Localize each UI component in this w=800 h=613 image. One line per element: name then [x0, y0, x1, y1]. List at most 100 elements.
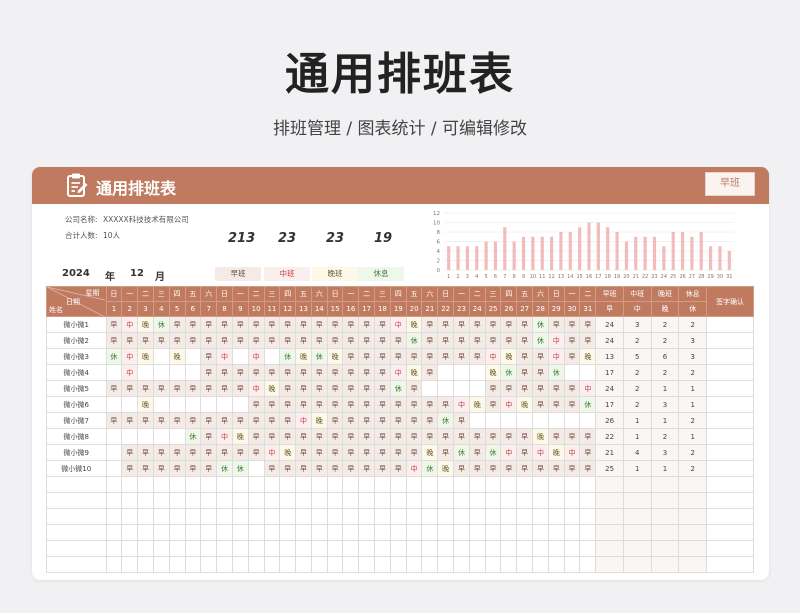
- empty-cell[interactable]: [168, 492, 186, 509]
- empty-cell[interactable]: [279, 508, 297, 525]
- empty-cell[interactable]: [263, 508, 281, 525]
- shift-cell[interactable]: 早: [453, 316, 470, 333]
- shift-cell[interactable]: 早: [484, 380, 502, 397]
- shift-cell[interactable]: 早: [184, 460, 202, 477]
- shift-cell[interactable]: [263, 348, 281, 365]
- empty-cell[interactable]: [137, 540, 154, 557]
- empty-cell[interactable]: [216, 540, 233, 557]
- empty-cell[interactable]: [184, 476, 202, 493]
- shift-cell[interactable]: 早: [184, 380, 202, 397]
- shift-cell[interactable]: 早: [342, 316, 360, 333]
- shift-cell[interactable]: 晚: [137, 348, 154, 365]
- empty-cell[interactable]: [121, 492, 139, 509]
- shift-cell[interactable]: 早: [405, 380, 423, 397]
- shift-cell[interactable]: [579, 364, 597, 381]
- shift-cell[interactable]: 早: [152, 460, 170, 477]
- shift-cell[interactable]: 休: [532, 332, 549, 349]
- shift-cell[interactable]: 晚: [137, 316, 154, 333]
- shift-cell[interactable]: 早: [279, 428, 297, 445]
- shift-cell[interactable]: 早: [563, 332, 581, 349]
- shift-cell[interactable]: [121, 428, 139, 445]
- shift-cell[interactable]: 早: [342, 428, 360, 445]
- empty-cell[interactable]: [650, 508, 680, 525]
- shift-cell[interactable]: 早: [310, 444, 328, 461]
- empty-cell[interactable]: [342, 508, 360, 525]
- shift-cell[interactable]: 早: [263, 364, 281, 381]
- shift-cell[interactable]: 早: [263, 412, 281, 429]
- sign-cell[interactable]: [706, 364, 754, 381]
- empty-cell[interactable]: [152, 508, 170, 525]
- shift-cell[interactable]: 晚: [326, 348, 344, 365]
- empty-cell[interactable]: [622, 556, 652, 573]
- shift-cell[interactable]: 早: [437, 332, 455, 349]
- empty-cell[interactable]: [706, 556, 754, 573]
- shift-cell[interactable]: 早: [168, 316, 186, 333]
- empty-cell[interactable]: [137, 492, 154, 509]
- shift-cell[interactable]: 早: [484, 460, 502, 477]
- sign-cell[interactable]: [706, 316, 754, 333]
- empty-cell[interactable]: [516, 556, 534, 573]
- shift-cell[interactable]: 早: [121, 380, 139, 397]
- sign-cell[interactable]: [706, 380, 754, 397]
- shift-cell[interactable]: 早: [516, 460, 534, 477]
- empty-cell[interactable]: [46, 556, 107, 573]
- empty-cell[interactable]: [310, 524, 328, 541]
- shift-cell[interactable]: 早: [389, 332, 407, 349]
- empty-cell[interactable]: [263, 540, 281, 557]
- empty-cell[interactable]: [437, 524, 455, 541]
- shift-cell[interactable]: 早: [247, 364, 265, 381]
- empty-cell[interactable]: [622, 524, 652, 541]
- shift-cell[interactable]: 早: [137, 444, 154, 461]
- empty-cell[interactable]: [678, 508, 708, 525]
- empty-cell[interactable]: [168, 476, 186, 493]
- shift-cell[interactable]: 早: [389, 444, 407, 461]
- shift-cell[interactable]: 早: [532, 460, 549, 477]
- empty-cell[interactable]: [247, 508, 265, 525]
- empty-cell[interactable]: [374, 524, 391, 541]
- shift-cell[interactable]: 早: [374, 396, 391, 413]
- empty-cell[interactable]: [310, 492, 328, 509]
- empty-cell[interactable]: [247, 492, 265, 509]
- shift-cell[interactable]: 早: [358, 460, 376, 477]
- sign-cell[interactable]: [706, 460, 754, 477]
- empty-cell[interactable]: [484, 476, 502, 493]
- shift-cell[interactable]: 早: [310, 396, 328, 413]
- empty-cell[interactable]: [468, 492, 486, 509]
- shift-cell[interactable]: [468, 412, 486, 429]
- empty-cell[interactable]: [295, 524, 312, 541]
- shift-cell[interactable]: 休: [405, 332, 423, 349]
- empty-cell[interactable]: [247, 540, 265, 557]
- shift-cell[interactable]: 早: [547, 316, 565, 333]
- empty-cell[interactable]: [231, 556, 249, 573]
- empty-cell[interactable]: [121, 524, 139, 541]
- empty-cell[interactable]: [46, 524, 107, 541]
- shift-cell[interactable]: 晚: [137, 396, 154, 413]
- shift-cell[interactable]: 早: [342, 460, 360, 477]
- shift-cell[interactable]: 早: [421, 348, 439, 365]
- shift-cell[interactable]: 早: [200, 316, 218, 333]
- shift-cell[interactable]: 早: [216, 316, 233, 333]
- shift-cell[interactable]: [137, 428, 154, 445]
- shift-cell[interactable]: 早: [579, 444, 597, 461]
- shift-cell[interactable]: 早: [468, 316, 486, 333]
- shift-cell[interactable]: 早: [247, 316, 265, 333]
- empty-cell[interactable]: [468, 476, 486, 493]
- empty-cell[interactable]: [484, 492, 502, 509]
- shift-cell[interactable]: 早: [200, 348, 218, 365]
- empty-cell[interactable]: [137, 476, 154, 493]
- shift-cell[interactable]: 早: [263, 316, 281, 333]
- shift-cell[interactable]: 早: [342, 444, 360, 461]
- shift-cell[interactable]: 晚: [421, 444, 439, 461]
- shift-cell[interactable]: [468, 364, 486, 381]
- shift-cell[interactable]: [152, 348, 170, 365]
- empty-cell[interactable]: [579, 476, 597, 493]
- empty-cell[interactable]: [358, 508, 376, 525]
- shift-cell[interactable]: 早: [563, 380, 581, 397]
- empty-cell[interactable]: [295, 556, 312, 573]
- shift-cell[interactable]: 休: [389, 380, 407, 397]
- shift-cell[interactable]: [563, 412, 581, 429]
- shift-cell[interactable]: 早: [421, 412, 439, 429]
- empty-cell[interactable]: [678, 524, 708, 541]
- shift-cell[interactable]: 早: [279, 364, 297, 381]
- shift-cell[interactable]: 早: [468, 348, 486, 365]
